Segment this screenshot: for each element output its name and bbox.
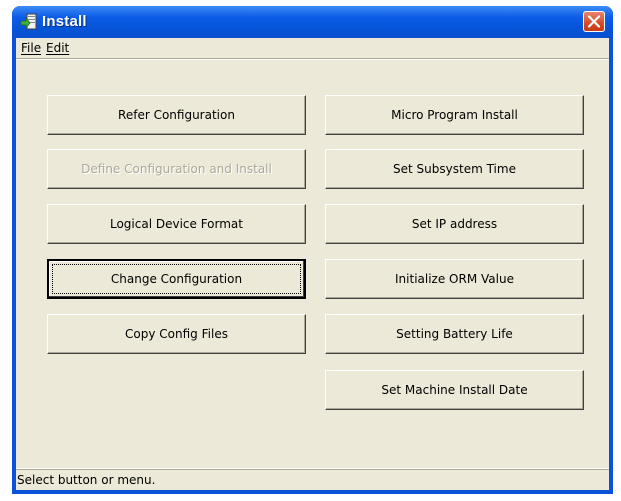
close-button[interactable] bbox=[583, 11, 605, 32]
title-bar[interactable]: Install bbox=[12, 6, 613, 38]
logical-device-format-button[interactable]: Logical Device Format bbox=[47, 204, 306, 244]
close-icon bbox=[587, 15, 601, 28]
status-text: Select button or menu. bbox=[17, 473, 156, 487]
menu-bar: File Edit bbox=[16, 38, 609, 58]
status-bar: Select button or menu. bbox=[16, 469, 609, 490]
set-subsystem-time-button[interactable]: Set Subsystem Time bbox=[325, 149, 584, 189]
setting-battery-life-button[interactable]: Setting Battery Life bbox=[325, 314, 584, 354]
menu-file[interactable]: File bbox=[21, 41, 41, 55]
micro-program-install-button[interactable]: Micro Program Install bbox=[325, 95, 584, 135]
window-title: Install bbox=[42, 13, 87, 30]
copy-config-files-button[interactable]: Copy Config Files bbox=[47, 314, 306, 354]
install-window: Install File Edit Refer Configuration De… bbox=[12, 6, 613, 494]
menu-edit[interactable]: Edit bbox=[46, 41, 69, 55]
initialize-orm-value-button[interactable]: Initialize ORM Value bbox=[325, 259, 584, 299]
menu-divider bbox=[16, 58, 609, 60]
install-app-icon bbox=[20, 13, 37, 30]
set-ip-address-button[interactable]: Set IP address bbox=[325, 204, 584, 244]
refer-configuration-button[interactable]: Refer Configuration bbox=[47, 95, 306, 135]
change-configuration-button[interactable]: Change Configuration bbox=[47, 259, 306, 299]
set-machine-install-date-button[interactable]: Set Machine Install Date bbox=[325, 370, 584, 410]
client-area: File Edit Refer Configuration Define Con… bbox=[16, 38, 609, 490]
define-configuration-and-install-button: Define Configuration and Install bbox=[47, 149, 306, 189]
